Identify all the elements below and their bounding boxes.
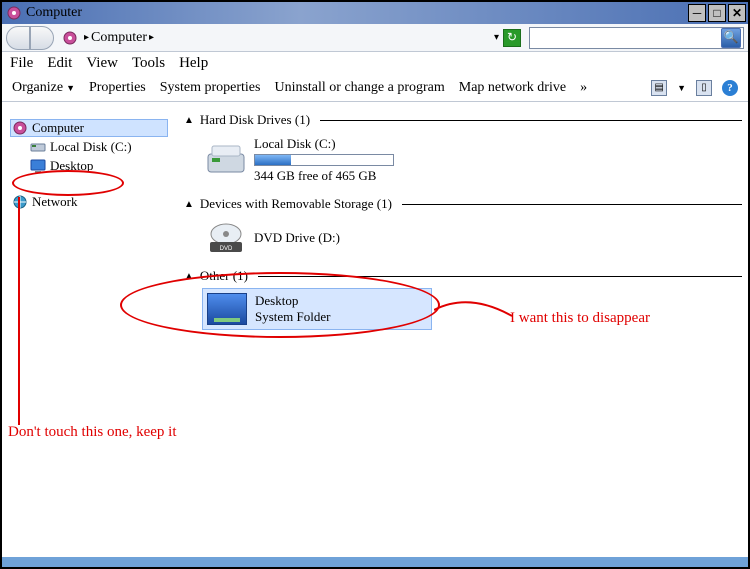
drive-local-disk-c[interactable]: Local Disk (C:) 344 GB free of 465 GB: [202, 132, 742, 188]
chevron-down-icon[interactable]: ▾: [494, 32, 499, 43]
preview-pane-button[interactable]: ▯: [696, 80, 712, 96]
chevron-down-icon: ▼: [677, 83, 686, 93]
properties-button[interactable]: Properties: [89, 80, 146, 96]
menu-help[interactable]: Help: [179, 55, 208, 72]
breadcrumb-bar[interactable]: ▸ Computer ▸ ▾ ↻: [58, 27, 525, 49]
space-gauge: [254, 154, 394, 166]
system-properties-button[interactable]: System properties: [160, 80, 261, 96]
chevron-down-icon: ▼: [66, 83, 75, 93]
tree-label: Network: [32, 194, 78, 210]
nav-bar: ▸ Computer ▸ ▾ ↻ 🔍: [2, 24, 748, 52]
command-bar: Organize▼ Properties System properties U…: [2, 74, 748, 102]
help-button[interactable]: ?: [722, 80, 738, 96]
tree-label: Desktop: [50, 158, 93, 174]
chevron-right-icon: ▸: [149, 32, 154, 43]
navigation-pane: Computer Local Disk (C:) Desktop Network: [2, 104, 172, 555]
group-label: Devices with Removable Storage (1): [200, 196, 392, 212]
status-bar-strip: [2, 557, 748, 567]
menu-tools[interactable]: Tools: [132, 55, 165, 72]
drive-name: DVD Drive (D:): [254, 230, 340, 246]
hdd-icon: [206, 142, 246, 178]
maximize-button[interactable]: □: [708, 4, 726, 22]
computer-icon: [12, 120, 28, 136]
item-desktop-system-folder[interactable]: Desktop System Folder: [202, 288, 432, 330]
network-icon: [12, 194, 28, 210]
tree-item-computer[interactable]: Computer: [10, 119, 168, 137]
search-input[interactable]: [532, 29, 721, 47]
minimize-button[interactable]: ─: [688, 4, 706, 22]
window-title: Computer: [26, 5, 82, 21]
search-button[interactable]: 🔍: [721, 28, 741, 48]
tree-label: Computer: [32, 120, 84, 136]
menu-edit[interactable]: Edit: [47, 55, 72, 72]
group-header-removable[interactable]: ▲ Devices with Removable Storage (1): [184, 196, 742, 212]
item-type: System Folder: [255, 309, 330, 325]
view-mode-button[interactable]: ▤: [651, 80, 667, 96]
organize-button[interactable]: Organize▼: [12, 80, 75, 96]
group-label: Hard Disk Drives (1): [200, 112, 310, 128]
drive-dvd-d[interactable]: DVD DVD Drive (D:): [202, 216, 742, 260]
body: Computer Local Disk (C:) Desktop Network…: [2, 104, 748, 555]
toolbar-overflow[interactable]: »: [580, 80, 587, 96]
breadcrumb-item[interactable]: Computer: [91, 30, 147, 46]
tree-item-network[interactable]: Network: [10, 193, 168, 211]
tree-label: Local Disk (C:): [50, 139, 132, 155]
menu-file[interactable]: File: [10, 55, 33, 72]
collapse-icon: ▲: [184, 115, 194, 126]
svg-text:DVD: DVD: [220, 246, 233, 252]
menu-view[interactable]: View: [86, 55, 118, 72]
desktop-monitor-icon: [207, 293, 247, 325]
desktop-icon: [30, 158, 46, 174]
title-bar: Computer ─ □ ✕: [2, 2, 748, 24]
dvd-drive-icon: DVD: [206, 220, 246, 256]
drive-free: 344 GB free of 465 GB: [254, 168, 394, 184]
forward-button[interactable]: [30, 26, 54, 50]
chevron-right-icon: ▸: [84, 32, 89, 43]
breadcrumb-icon: [62, 30, 78, 46]
map-drive-button[interactable]: Map network drive: [459, 80, 566, 96]
back-button[interactable]: [6, 26, 30, 50]
menu-bar: File Edit View Tools Help: [2, 52, 748, 74]
search-box[interactable]: 🔍: [529, 27, 744, 49]
group-header-hdd[interactable]: ▲ Hard Disk Drives (1): [184, 112, 742, 128]
tree-item-local-disk[interactable]: Local Disk (C:): [28, 138, 168, 156]
group-label: Other (1): [200, 268, 248, 284]
close-button[interactable]: ✕: [728, 4, 746, 22]
drive-name: Local Disk (C:): [254, 136, 394, 152]
explorer-window: Computer ─ □ ✕ ▸ Computer ▸ ▾ ↻ 🔍: [0, 0, 750, 569]
group-header-other[interactable]: ▲ Other (1): [184, 268, 742, 284]
app-icon: [6, 5, 22, 21]
tree-item-desktop[interactable]: Desktop: [28, 157, 168, 175]
collapse-icon: ▲: [184, 271, 194, 282]
uninstall-button[interactable]: Uninstall or change a program: [274, 80, 444, 96]
collapse-icon: ▲: [184, 199, 194, 210]
item-name: Desktop: [255, 293, 330, 309]
refresh-button[interactable]: ↻: [503, 29, 521, 47]
drive-icon: [30, 139, 46, 155]
content-pane: ▲ Hard Disk Drives (1) Local Disk (C:) 3…: [172, 104, 748, 555]
